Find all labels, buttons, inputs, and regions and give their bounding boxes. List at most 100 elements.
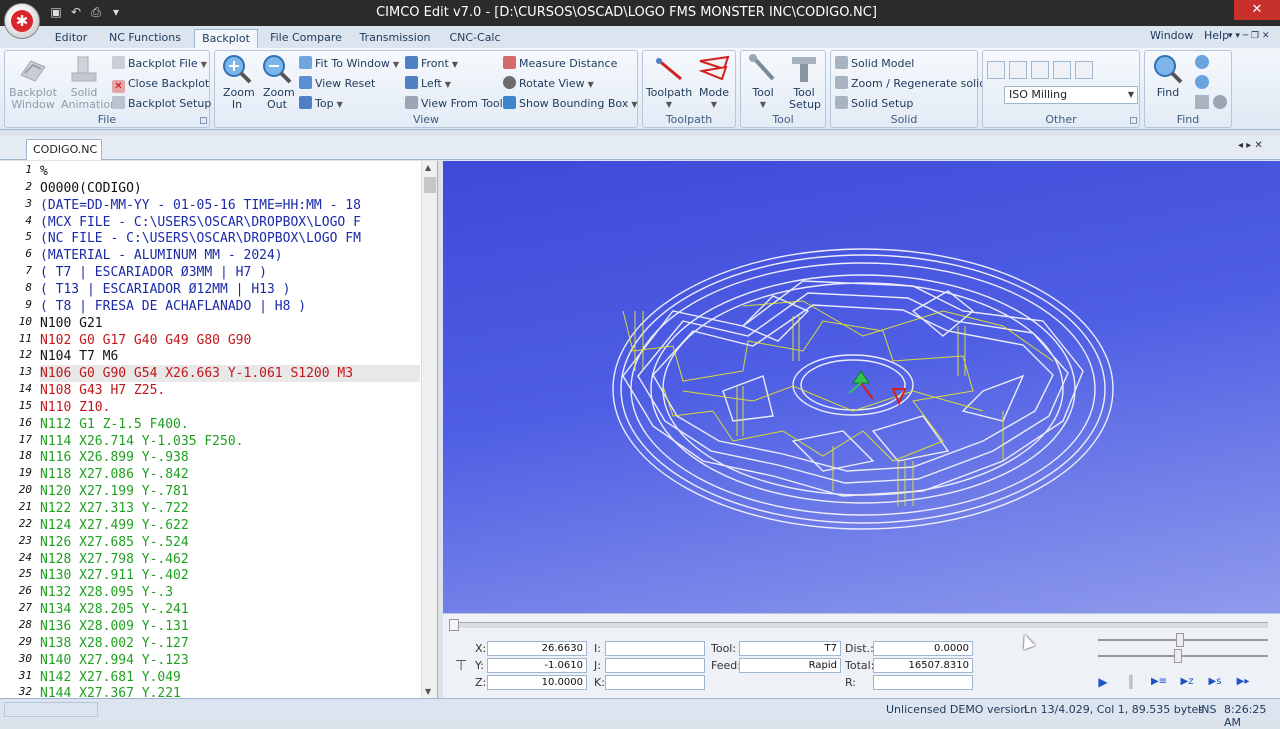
scroll-thumb[interactable] (424, 177, 436, 193)
code-line[interactable]: N136 X28.009 Y-.131 (40, 618, 420, 635)
tab-backplot[interactable]: Backplot (194, 29, 258, 48)
step-z-button[interactable]: ▶z (1177, 673, 1197, 691)
code-line[interactable]: N122 X27.313 Y-.722 (40, 500, 420, 517)
stl-icon[interactable] (1053, 61, 1071, 79)
backplot-file-button[interactable]: Backplot File ▼ (112, 55, 207, 73)
code-line[interactable]: N142 X27.681 Y.049 (40, 669, 420, 686)
step-segment-button[interactable]: ▶s (1205, 673, 1225, 691)
top-view-button[interactable]: Top ▼ (299, 95, 343, 113)
code-line[interactable]: N108 G43 H7 Z25. (40, 382, 420, 399)
code-line[interactable]: (MATERIAL - ALUMINUM MM - 2024) (40, 247, 420, 264)
code-line[interactable]: N104 T7 M6 (40, 348, 420, 365)
machine-type-select[interactable]: ISO Milling ▼ (1004, 86, 1138, 104)
show-bounding-box-button[interactable]: Show Bounding Box ▼ (503, 95, 638, 113)
window-menu[interactable]: Window (1150, 29, 1193, 42)
code-line[interactable]: N112 G1 Z-1.5 F400. (40, 416, 420, 433)
toolpath-button[interactable]: Toolpath ▼ (645, 53, 693, 111)
code-line[interactable]: ( T7 | ESCARIADOR Ø3MM | H7 ) (40, 264, 420, 281)
replace-icon[interactable] (1195, 75, 1209, 89)
tab-editor[interactable]: Editor (44, 29, 98, 48)
backplot-window-button[interactable]: Backplot Window (7, 53, 59, 111)
scroll-up-icon[interactable]: ▲ (425, 163, 431, 172)
code-line[interactable]: (NC FILE - C:\USERS\OSCAR\DROPBOX\LOGO F… (40, 230, 420, 247)
code-line[interactable]: O0000(CODIGO) (40, 180, 420, 197)
solid-setup-button[interactable]: Solid Setup (835, 95, 913, 113)
code-line[interactable]: N116 X26.899 Y-.938 (40, 449, 420, 466)
mode-button[interactable]: Mode ▼ (693, 53, 735, 111)
backplot-3d-view[interactable] (443, 161, 1280, 613)
file-group-launcher-icon[interactable] (200, 117, 207, 124)
scroll-down-icon[interactable]: ▼ (425, 687, 431, 696)
tab-transmission[interactable]: Transmission (356, 29, 434, 48)
code-line[interactable]: N118 X27.086 Y-.842 (40, 466, 420, 483)
simulation-progress-bar[interactable] (449, 619, 1268, 631)
document-tab-codigo[interactable]: CODIGO.NC (26, 139, 102, 160)
play-button[interactable]: ▶ (1093, 673, 1113, 691)
close-backplot-button[interactable]: ✕ Close Backplot (112, 75, 209, 93)
code-line[interactable]: N100 G21 (40, 315, 420, 332)
left-view-button[interactable]: Left ▼ (405, 75, 451, 93)
settings-icon[interactable] (1213, 95, 1227, 109)
tool-button[interactable]: Tool ▼ (743, 53, 783, 111)
step-block-button[interactable]: ▶≡ (1149, 673, 1169, 691)
code-line[interactable]: (DATE=DD-MM-YY - 01-05-16 TIME=HH:MM - 1… (40, 197, 420, 214)
zoom-in-button[interactable]: Zoom In (217, 53, 257, 111)
line-number: 16 (18, 415, 32, 429)
stock-icon[interactable] (1009, 61, 1027, 79)
code-line[interactable]: N114 X26.714 Y-1.035 F250. (40, 433, 420, 450)
machine-icon[interactable] (987, 61, 1005, 79)
current-code-line[interactable]: N106 G0 G90 G54 X26.663 Y-1.061 S1200 M3 (40, 365, 420, 383)
code-line[interactable]: N120 X27.199 Y-.781 (40, 483, 420, 500)
find-button[interactable]: Find (1149, 53, 1187, 99)
other-group-launcher-icon[interactable] (1130, 117, 1137, 124)
tab-nc-functions[interactable]: NC Functions (104, 29, 186, 48)
code-line[interactable]: N140 X27.994 Y-.123 (40, 652, 420, 669)
code-line[interactable]: % (40, 163, 420, 180)
code-line[interactable]: ( T13 | ESCARIADOR Ø12MM | H13 ) (40, 281, 420, 298)
zoom-regenerate-solid-button[interactable]: Zoom / Regenerate solid (835, 75, 986, 93)
find-group-label: Find (1176, 113, 1200, 126)
backplot-setup-button[interactable]: Backplot Setup (112, 95, 211, 113)
rotate-view-button[interactable]: Rotate View ▼ (503, 75, 594, 93)
tab-file-compare[interactable]: File Compare (266, 29, 346, 48)
solid-animation-button[interactable]: Solid Animation (61, 53, 117, 111)
find-next-icon[interactable] (1195, 55, 1209, 69)
mdi-window-controls[interactable]: ▾ ▾ ─ ❐ ✕ (1228, 31, 1270, 41)
help-menu[interactable]: Help (1204, 29, 1229, 42)
run-to-end-button[interactable]: ▶▸ (1233, 673, 1253, 691)
document-nav-controls[interactable]: ◂ ▸ ✕ (1238, 140, 1263, 151)
tab-cnc-calc[interactable]: CNC-Calc (444, 29, 506, 48)
zoom-slider[interactable] (1098, 649, 1268, 663)
progress-knob[interactable] (449, 619, 459, 631)
code-line[interactable]: ( T8 | FRESA DE ACHAFLANADO | H8 ) (40, 298, 420, 315)
zoom-slider-knob[interactable] (1174, 649, 1183, 663)
code-line[interactable]: N134 X28.205 Y-.241 (40, 601, 420, 618)
editor-scrollbar[interactable]: ▲ ▼ (421, 161, 437, 698)
code-line[interactable]: N102 G0 G17 G40 G49 G80 G90 (40, 332, 420, 349)
code-line[interactable]: N124 X27.499 Y-.622 (40, 517, 420, 534)
code-line[interactable]: (MCX FILE - C:\USERS\OSCAR\DROPBOX\LOGO … (40, 214, 420, 231)
zoom-out-button[interactable]: Zoom Out (257, 53, 297, 111)
code-line[interactable]: N130 X27.911 Y-.402 (40, 567, 420, 584)
speed-slider-knob[interactable] (1175, 633, 1184, 647)
view-reset-button[interactable]: View Reset (299, 75, 375, 93)
measure-distance-button[interactable]: Measure Distance (503, 55, 617, 73)
goto-icon[interactable] (1195, 95, 1209, 109)
dxf-icon[interactable] (1075, 61, 1093, 79)
front-view-button[interactable]: Front ▼ (405, 55, 458, 73)
view-from-tool-button[interactable]: View From Tool (405, 95, 503, 113)
code-line[interactable]: N128 X27.798 Y-.462 (40, 551, 420, 568)
code-editor[interactable]: 1 2 3 4 5 6 7 8 9 10 11 12 13 14 15 16 17 18 19 20 21 22 23 24 2… (0, 161, 438, 701)
solid-model-button[interactable]: Solid Model (835, 55, 914, 73)
fixture-icon[interactable] (1031, 61, 1049, 79)
code-line[interactable]: N138 X28.002 Y-.127 (40, 635, 420, 652)
close-window-button[interactable]: ✕ (1234, 0, 1280, 20)
fit-to-window-button[interactable]: Fit To Window ▼ (299, 55, 399, 73)
code-line[interactable]: N110 Z10. (40, 399, 420, 416)
code-line[interactable]: N132 X28.095 Y-.3 (40, 584, 420, 601)
speed-slider[interactable] (1098, 633, 1268, 647)
pause-button[interactable]: ║ (1121, 673, 1141, 691)
application-button[interactable]: ✱ (4, 3, 40, 39)
code-line[interactable]: N126 X27.685 Y-.524 (40, 534, 420, 551)
tool-setup-button[interactable]: Tool Setup (783, 53, 825, 111)
